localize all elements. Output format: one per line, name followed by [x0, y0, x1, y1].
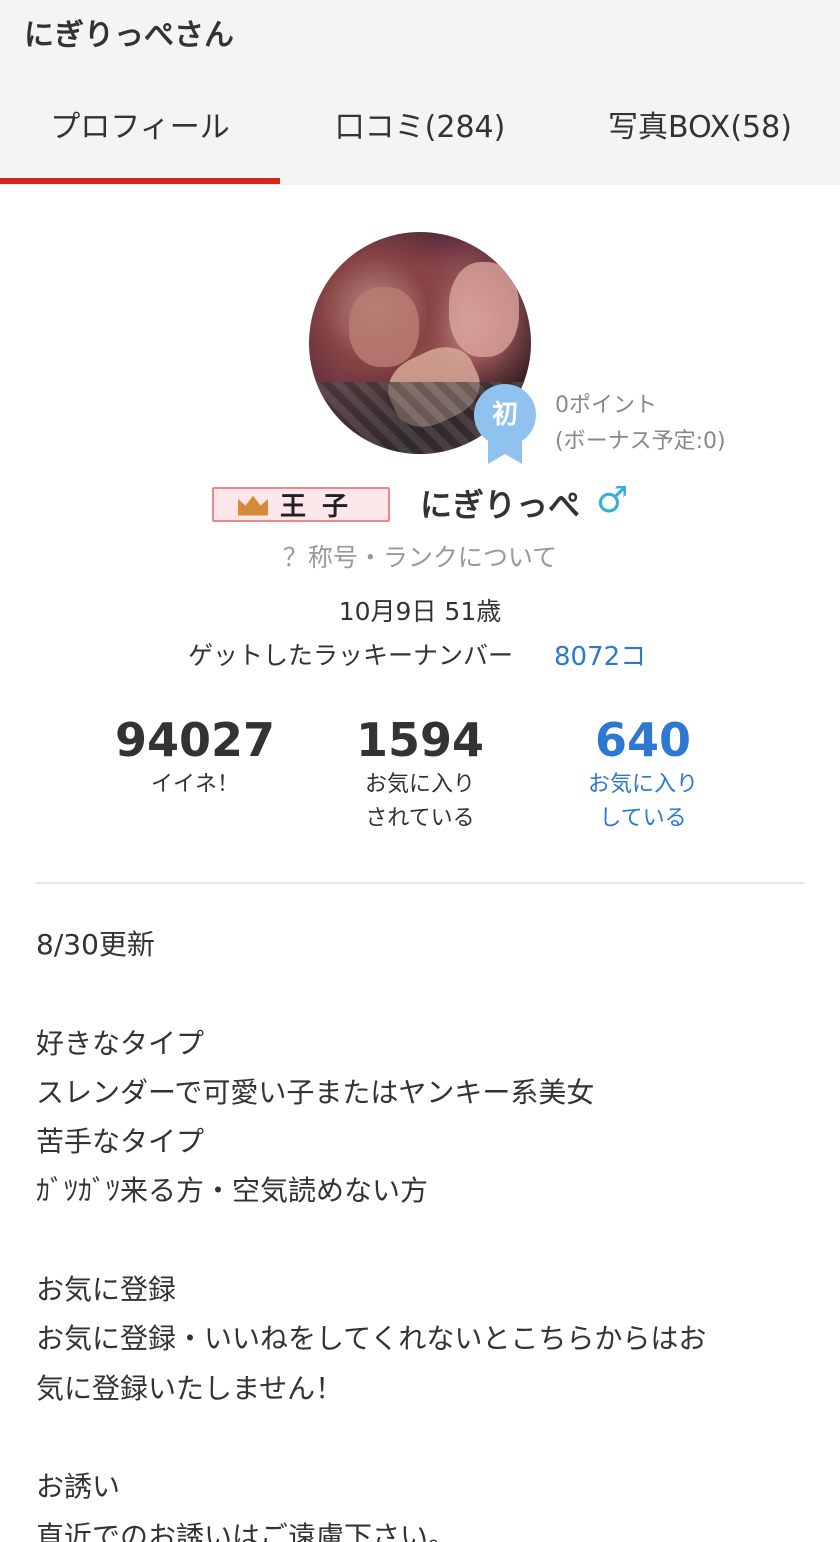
rank-help-link[interactable]: ？称号・ランクについて — [0, 538, 840, 574]
page-title: にぎりっぺさん — [24, 18, 234, 53]
stat-likes: 94027 イイネ！ — [85, 712, 305, 802]
header: にぎりっぺさん プロフィール 口コミ(284) 写真BOX(58) — [0, 0, 840, 185]
lucky-number-label: ゲットしたラッキーナンバー — [188, 641, 514, 670]
stat-favoriting-label-1: お気に入り — [587, 772, 698, 797]
avatar-photo-detail — [349, 287, 419, 367]
rank-label: 王子 — [279, 492, 364, 522]
stat-likes-label: イイネ！ — [150, 772, 239, 797]
rank-badge: 王子 — [212, 487, 390, 522]
username: にぎりっぺ — [420, 486, 581, 524]
bonus-value: (ボーナス予定:0) — [555, 429, 726, 454]
avatar-photo-detail — [449, 262, 519, 357]
male-icon: ♂ — [596, 480, 629, 521]
stat-favorited-by-value: 1594 — [355, 713, 485, 767]
lucky-number-link[interactable]: 8072コ — [554, 636, 646, 673]
tab-bar: プロフィール 口コミ(284) 写真BOX(58) — [0, 96, 840, 186]
stat-favoriting-link[interactable]: 640 お気に入り している — [533, 712, 753, 836]
stat-favorited-by: 1594 お気に入り されている — [310, 712, 530, 836]
first-timer-badge: 初 — [474, 384, 536, 464]
points-info: 0ポイント (ボーナス予定:0) — [555, 388, 726, 460]
stat-favoriting-value: 640 — [594, 713, 692, 767]
stat-likes-value: 94027 — [114, 713, 276, 767]
tab-reviews[interactable]: 口コミ(284) — [280, 96, 560, 186]
crown-icon — [237, 495, 268, 516]
stat-favorited-by-label-1: お気に入り — [364, 772, 475, 797]
stat-favoriting-label-2: している — [599, 806, 687, 831]
first-badge-label: 初 — [474, 384, 536, 446]
stat-favorited-by-label-2: されている — [365, 806, 475, 831]
tab-profile[interactable]: プロフィール — [0, 96, 280, 186]
tab-photo-box[interactable]: 写真BOX(58) — [560, 96, 840, 186]
points-value: 0ポイント — [555, 393, 657, 418]
birthday-age: 10月9日 51歳 — [338, 597, 502, 626]
profile-page: にぎりっぺさん プロフィール 口コミ(284) 写真BOX(58) 初 0ポイン… — [0, 0, 840, 1542]
divider — [36, 882, 804, 884]
profile-bio: 8/30更新 好きなタイプ スレンダーで可愛い子またはヤンキー系美女 苦手なタイ… — [36, 928, 707, 1542]
